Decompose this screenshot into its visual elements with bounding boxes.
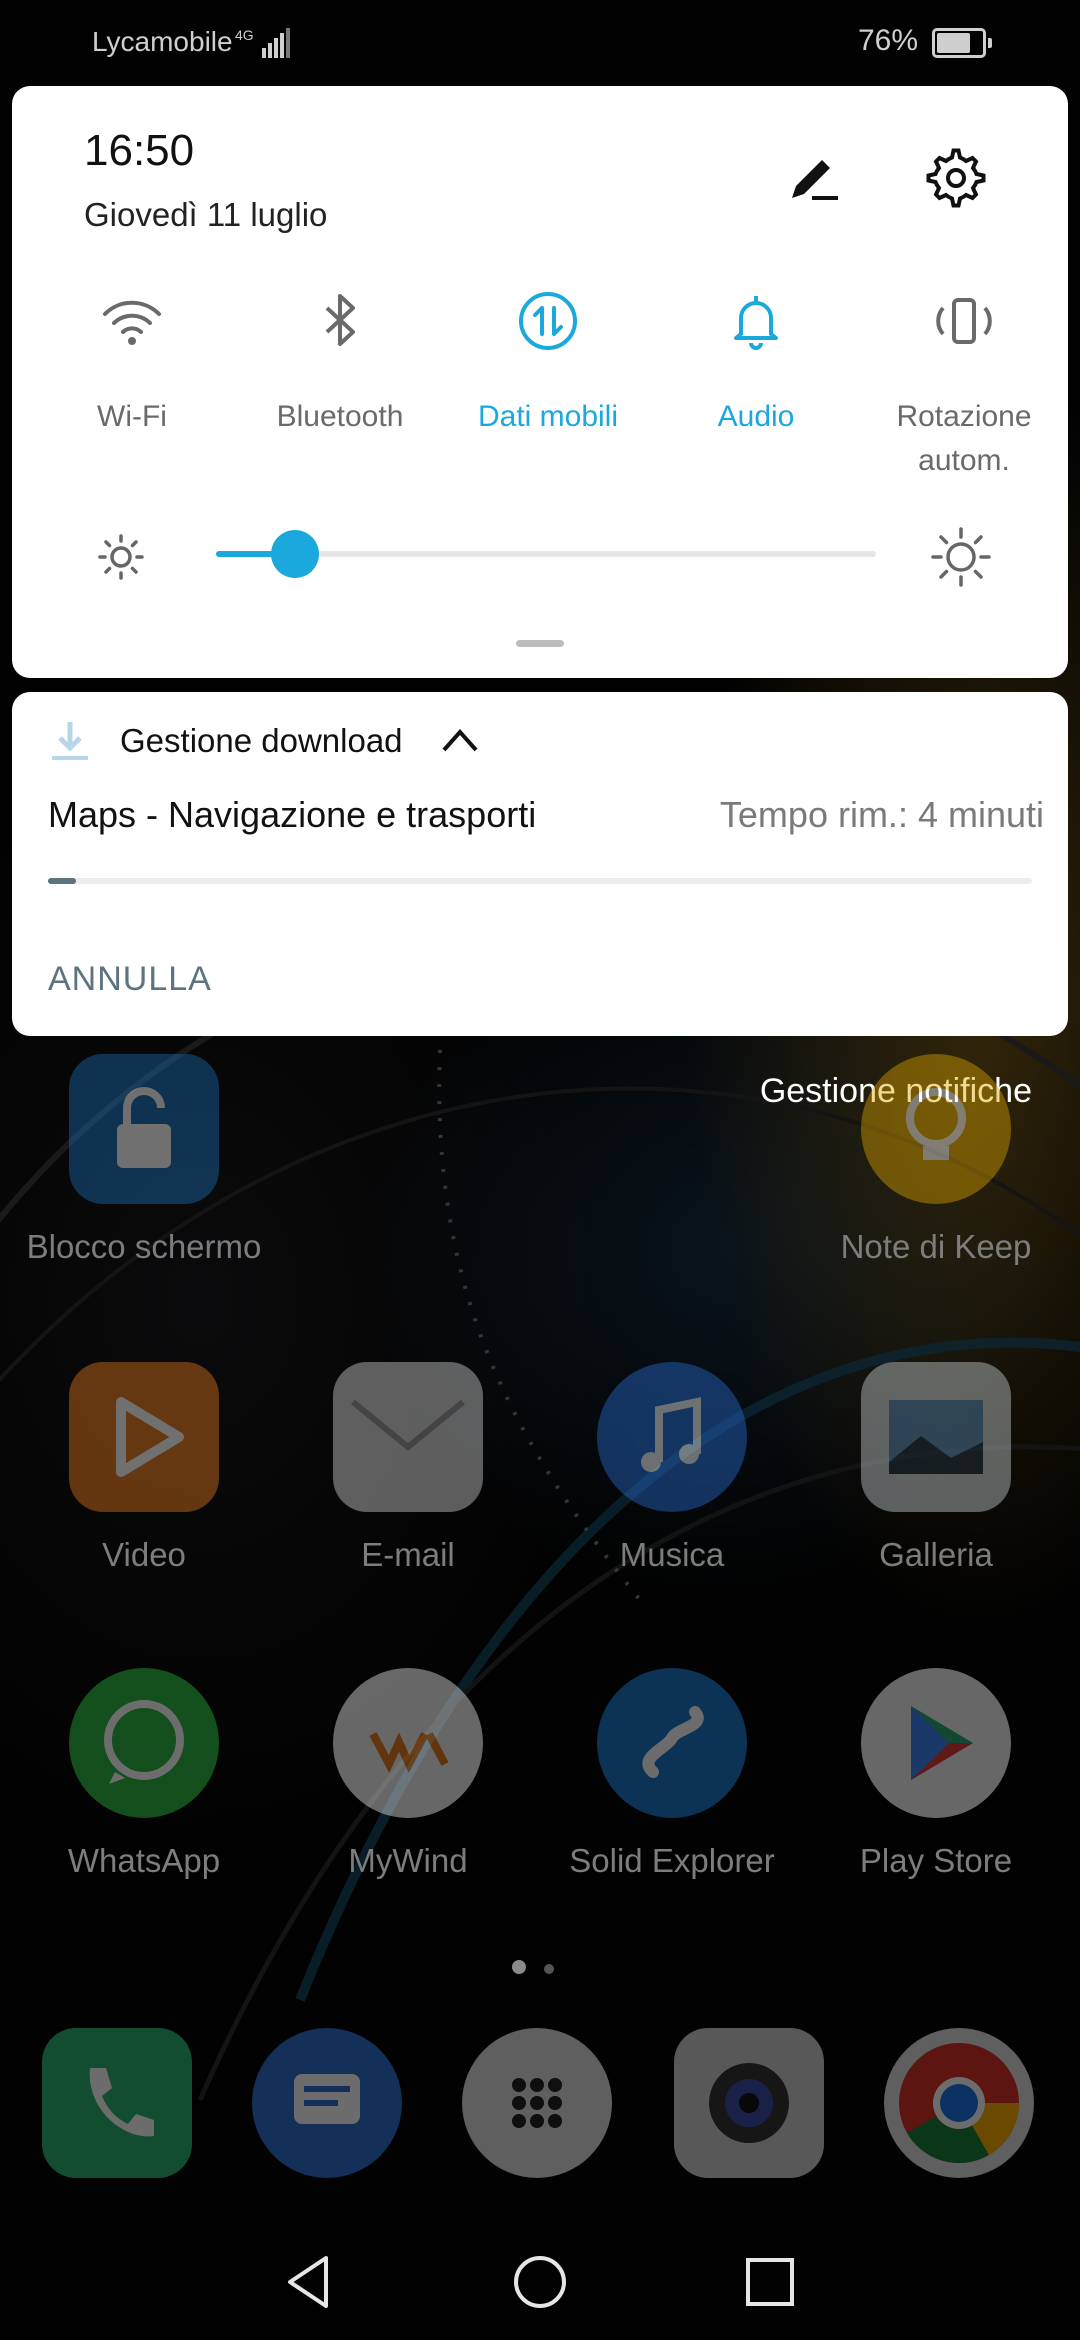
lock-icon: [69, 1054, 219, 1204]
lightbulb-icon: [861, 1054, 1011, 1204]
folder-icon: [597, 1668, 747, 1818]
app-blocco-schermo[interactable]: Blocco schermo: [12, 1054, 276, 1266]
download-progress-bar: [48, 878, 1032, 884]
messages-icon[interactable]: [252, 2028, 402, 2178]
app-label: MyWind: [348, 1842, 468, 1879]
download-icon: [52, 722, 88, 760]
app-label: Solid Explorer: [569, 1842, 775, 1879]
wind-logo-icon: [333, 1668, 483, 1818]
wifi-icon: [103, 300, 161, 345]
tile-label: Audio: [717, 400, 795, 433]
app-label: Note di Keep: [840, 1228, 1032, 1265]
app-drawer-icon[interactable]: [462, 2028, 612, 2178]
envelope-icon: [333, 1362, 483, 1512]
music-note-icon: [597, 1362, 747, 1512]
app-musica[interactable]: Musica: [540, 1362, 804, 1574]
whatsapp-icon: [69, 1668, 219, 1818]
gallery-icon: [861, 1362, 1011, 1512]
edit-icon[interactable]: [782, 148, 842, 208]
app-label: Musica: [619, 1536, 725, 1573]
notification-app-name: Gestione download: [120, 722, 403, 759]
chrome-icon[interactable]: [884, 2028, 1034, 2178]
recents-icon[interactable]: [738, 2250, 802, 2314]
page-dot: [544, 1964, 554, 1974]
tile-auto-rotate[interactable]: Rotazione autom.: [864, 286, 1064, 483]
app-whatsapp[interactable]: WhatsApp: [12, 1668, 276, 1880]
bell-icon: [734, 296, 778, 350]
brightness-low-icon: [98, 534, 144, 580]
app-label: E-mail: [361, 1536, 455, 1573]
bluetooth-icon: [325, 294, 355, 346]
play-icon: [69, 1362, 219, 1512]
app-video[interactable]: Video: [12, 1362, 276, 1574]
back-icon[interactable]: [278, 2250, 342, 2314]
phone-icon[interactable]: [42, 2028, 192, 2178]
notification-time-remaining: Tempo rim.: 4 minuti: [719, 794, 1044, 835]
brightness-slider[interactable]: [216, 530, 876, 578]
play-store-icon: [861, 1668, 1011, 1818]
app-galleria[interactable]: Galleria: [804, 1362, 1068, 1574]
tile-label: Wi-Fi: [97, 400, 167, 433]
battery-icon: [932, 28, 992, 58]
brightness-high-icon: [931, 527, 991, 587]
app-mywind[interactable]: MyWind: [276, 1668, 540, 1880]
notification-title: Maps - Navigazione e trasporti: [48, 794, 537, 835]
camera-icon[interactable]: [674, 2028, 824, 2178]
download-progress-fill: [48, 878, 76, 884]
app-label: WhatsApp: [67, 1842, 221, 1879]
page-indicator: [512, 1960, 572, 1979]
app-note-di-keep[interactable]: Note di Keep: [804, 1054, 1068, 1266]
carrier-name: Lycamobile: [92, 26, 233, 57]
auto-rotate-icon: [936, 298, 992, 344]
signal-icon: [262, 28, 290, 58]
tile-audio[interactable]: Audio: [656, 286, 856, 439]
cancel-button[interactable]: ANNULLA: [48, 960, 212, 999]
app-solid-explorer[interactable]: Solid Explorer: [540, 1668, 804, 1880]
panel-drag-handle[interactable]: [516, 640, 564, 647]
page-dot-active: [512, 1960, 526, 1974]
home-icon[interactable]: [508, 2250, 572, 2314]
gear-icon[interactable]: [924, 146, 988, 210]
clock-date: Giovedì 11 luglio: [84, 196, 328, 233]
app-label: Galleria: [879, 1536, 993, 1573]
quick-settings-panel: 16:50 Giovedì 11 luglio Wi-Fi Bluetooth: [12, 86, 1068, 678]
app-label: Play Store: [859, 1842, 1013, 1879]
status-bar: Lycamobile 4G 76%: [0, 0, 1080, 84]
navigation-bar: [0, 2220, 1080, 2340]
tile-wifi[interactable]: Wi-Fi: [32, 286, 232, 439]
app-label: Video: [102, 1536, 186, 1573]
app-play-store[interactable]: Play Store: [804, 1668, 1068, 1880]
app-email[interactable]: E-mail: [276, 1362, 540, 1574]
tile-bluetooth[interactable]: Bluetooth: [240, 286, 440, 439]
network-type: 4G: [235, 27, 254, 43]
brightness-slider-thumb[interactable]: [271, 530, 320, 578]
tile-label: Rotazione autom.: [896, 400, 1032, 477]
tile-mobile-data[interactable]: Dati mobili: [448, 286, 648, 439]
mobile-data-icon: [519, 292, 577, 350]
battery-percent: 76%: [858, 24, 919, 57]
chevron-up-icon[interactable]: [440, 726, 480, 754]
tile-label: Dati mobili: [477, 400, 619, 433]
clock-time: 16:50: [84, 126, 195, 175]
download-notification[interactable]: Gestione download Maps - Navigazione e t…: [12, 692, 1068, 1036]
tile-label: Bluetooth: [276, 400, 404, 433]
app-label: Blocco schermo: [26, 1228, 262, 1265]
